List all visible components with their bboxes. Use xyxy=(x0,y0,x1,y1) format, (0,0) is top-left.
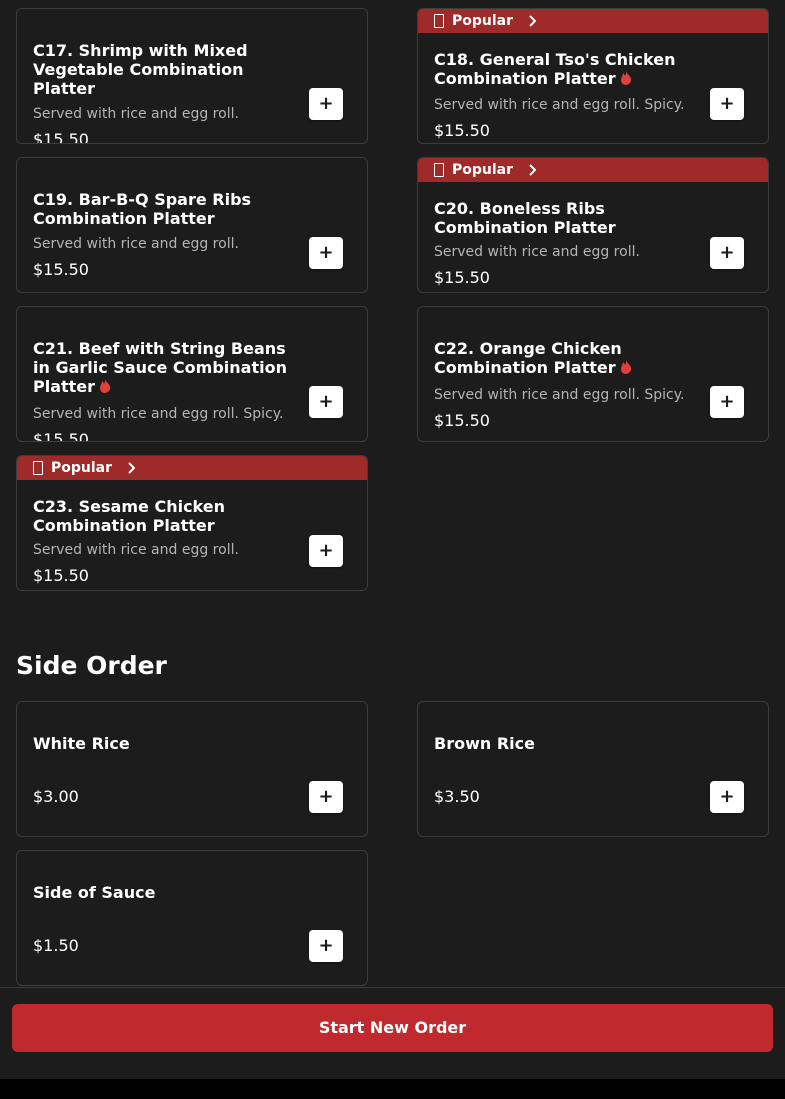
item-title: Brown Rice xyxy=(434,734,535,753)
menu-item-card[interactable]: Popular C23. Sesame Chicken Combination … xyxy=(16,455,368,591)
side-item-card[interactable]: Brown Rice $3.50 + xyxy=(417,701,769,837)
item-title: C19. Bar-B-Q Spare Ribs Combination Plat… xyxy=(33,190,252,228)
item-price: $3.00 xyxy=(33,787,79,806)
menu-item-card[interactable]: C22. Orange Chicken Combination Platter … xyxy=(417,306,769,442)
add-item-button[interactable]: + xyxy=(309,237,343,269)
section-title: Side Order xyxy=(16,651,167,680)
item-title: C23. Sesame Chicken Combination Platter xyxy=(33,497,225,535)
popular-label: Popular xyxy=(51,460,113,476)
item-price: $15.50 xyxy=(434,268,490,287)
item-title: White Rice xyxy=(33,734,130,753)
menu-item-card[interactable]: C19. Bar-B-Q Spare Ribs Combination Plat… xyxy=(16,157,368,293)
flame-icon xyxy=(100,379,111,393)
popular-banner[interactable]: Popular xyxy=(17,456,367,480)
item-price: $1.50 xyxy=(33,936,79,955)
popular-icon xyxy=(434,14,444,28)
add-item-button[interactable]: + xyxy=(710,88,744,120)
add-item-button[interactable]: + xyxy=(309,930,343,962)
item-price: $15.50 xyxy=(33,430,89,442)
popular-label: Popular xyxy=(452,13,514,29)
menu-item-card[interactable]: C17. Shrimp with Mixed Vegetable Combina… xyxy=(16,8,368,144)
start-new-order-button[interactable]: Start New Order xyxy=(12,1004,773,1052)
item-description: Served with rice and egg roll. xyxy=(33,106,239,122)
flame-icon xyxy=(620,360,631,374)
item-description: Served with rice and egg roll. Spicy. xyxy=(434,97,685,113)
menu-item-card[interactable]: Popular C18. General Tso's Chicken Combi… xyxy=(417,8,769,144)
popular-label: Popular xyxy=(452,162,514,178)
item-price: $3.50 xyxy=(434,787,480,806)
add-item-button[interactable]: + xyxy=(710,237,744,269)
item-title: Side of Sauce xyxy=(33,883,156,902)
menu-page: C17. Shrimp with Mixed Vegetable Combina… xyxy=(0,0,785,1079)
item-description: Served with rice and egg roll. xyxy=(434,244,640,260)
item-description: Served with rice and egg roll. Spicy. xyxy=(33,406,284,422)
item-price: $15.50 xyxy=(33,566,89,585)
chevron-right-icon xyxy=(529,15,536,27)
item-price: $15.50 xyxy=(434,121,490,140)
item-description: Served with rice and egg roll. xyxy=(33,236,239,252)
chevron-right-icon xyxy=(128,462,135,474)
side-item-card[interactable]: White Rice $3.00 + xyxy=(16,701,368,837)
add-item-button[interactable]: + xyxy=(309,781,343,813)
item-title: C17. Shrimp with Mixed Vegetable Combina… xyxy=(33,41,248,98)
add-item-button[interactable]: + xyxy=(309,535,343,567)
item-price: $15.50 xyxy=(434,411,490,430)
bottom-action-bar: Start New Order xyxy=(0,987,785,1079)
popular-banner[interactable]: Popular xyxy=(418,9,768,33)
menu-item-card[interactable]: Popular C20. Boneless Ribs Combination P… xyxy=(417,157,769,293)
popular-banner[interactable]: Popular xyxy=(418,158,768,182)
item-title: C22. Orange Chicken Combination Platter xyxy=(434,339,704,377)
popular-icon xyxy=(33,461,43,475)
add-item-button[interactable]: + xyxy=(710,781,744,813)
item-description: Served with rice and egg roll. Spicy. xyxy=(434,387,685,403)
menu-item-card[interactable]: C21. Beef with String Beans in Garlic Sa… xyxy=(16,306,368,442)
item-title: C21. Beef with String Beans in Garlic Sa… xyxy=(33,339,287,396)
item-title: C18. General Tso's Chicken Combination P… xyxy=(434,50,676,88)
item-price: $15.50 xyxy=(33,260,89,279)
flame-icon xyxy=(620,71,631,85)
item-description: Served with rice and egg roll. xyxy=(33,542,239,558)
add-item-button[interactable]: + xyxy=(710,386,744,418)
popular-icon xyxy=(434,163,444,177)
item-title: C20. Boneless Ribs Combination Platter xyxy=(434,199,616,237)
chevron-right-icon xyxy=(529,164,536,176)
add-item-button[interactable]: + xyxy=(309,88,343,120)
item-price: $15.50 xyxy=(33,130,89,144)
add-item-button[interactable]: + xyxy=(309,386,343,418)
side-item-card[interactable]: Side of Sauce $1.50 + xyxy=(16,850,368,986)
